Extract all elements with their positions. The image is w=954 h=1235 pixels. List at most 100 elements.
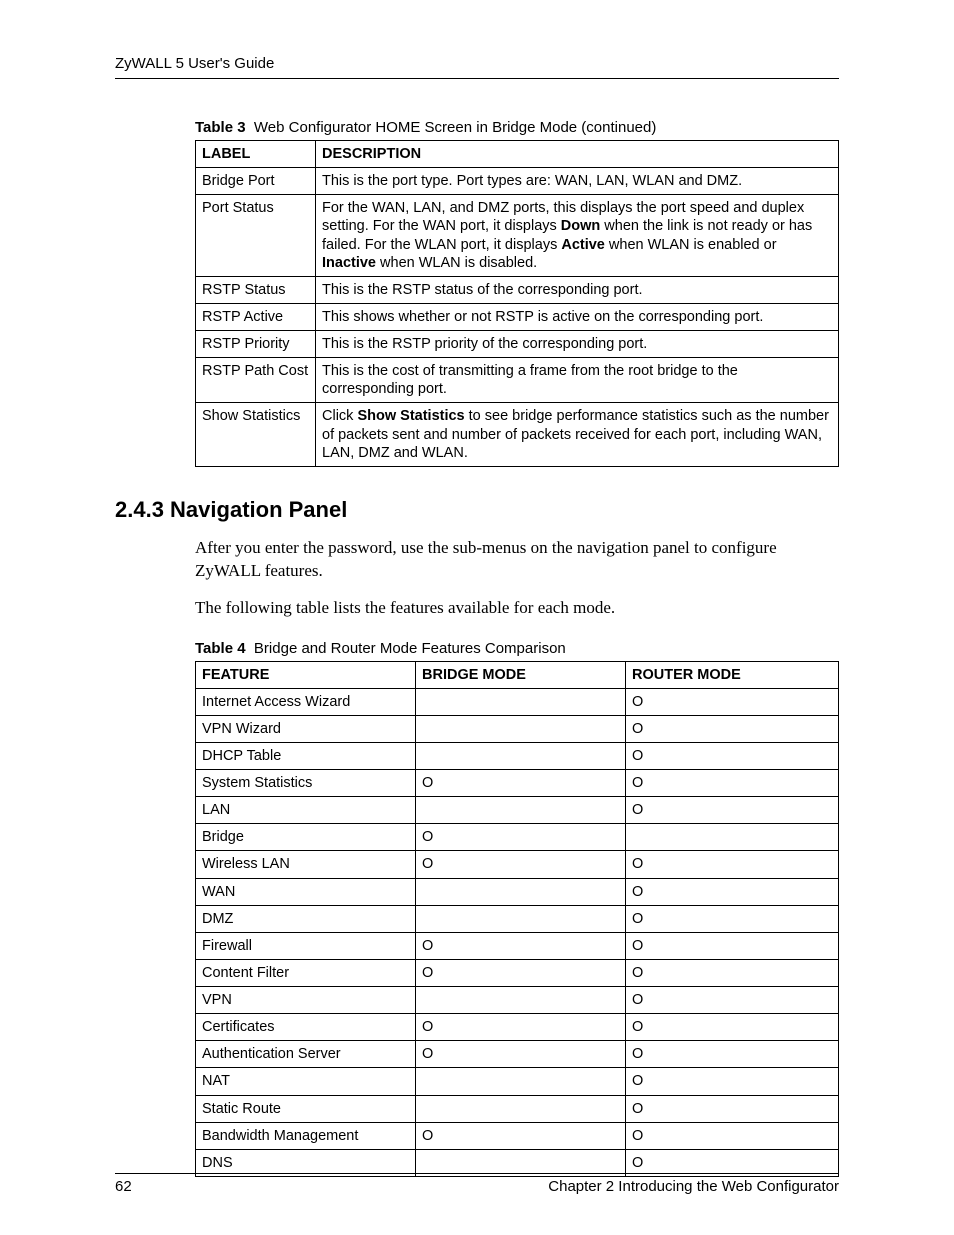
- table-row: WAN O: [196, 878, 839, 905]
- table4-cell-router: O: [626, 1095, 839, 1122]
- table4-cell-bridge: O: [416, 1041, 626, 1068]
- table4-cell-bridge: [416, 878, 626, 905]
- table4-cell-router: O: [626, 1122, 839, 1149]
- table4-block: Table 4 Bridge and Router Mode Features …: [195, 640, 839, 1177]
- table4-cell-bridge: O: [416, 770, 626, 797]
- table3-caption-text: Web Configurator HOME Screen in Bridge M…: [254, 119, 656, 136]
- document-page: ZyWALL 5 User's Guide Table 3 Web Config…: [0, 0, 954, 1235]
- table3-cell-label: Port Status: [196, 195, 316, 277]
- table3-cell-label: RSTP Active: [196, 303, 316, 330]
- table3-cell-label: RSTP Status: [196, 276, 316, 303]
- table4-cell-bridge: [416, 905, 626, 932]
- table4-cell-router: O: [626, 688, 839, 715]
- table4-cell-feature: Authentication Server: [196, 1041, 416, 1068]
- table4-header-bridge: BRIDGE MODE: [416, 661, 626, 688]
- body-paragraph: After you enter the password, use the su…: [195, 537, 839, 583]
- table4-cell-feature: System Statistics: [196, 770, 416, 797]
- table-row: Wireless LANOO: [196, 851, 839, 878]
- table4-cell-feature: Static Route: [196, 1095, 416, 1122]
- table4-cell-bridge: O: [416, 824, 626, 851]
- table-row: Show StatisticsClick Show Statistics to …: [196, 403, 839, 466]
- table4-cell-feature: Bridge: [196, 824, 416, 851]
- table4-cell-bridge: [416, 1095, 626, 1122]
- table-header-row: LABEL DESCRIPTION: [196, 141, 839, 168]
- table4-cell-bridge: O: [416, 932, 626, 959]
- table3-cell-label: RSTP Path Cost: [196, 358, 316, 403]
- table4-cell-router: O: [626, 1068, 839, 1095]
- table4-cell-feature: Certificates: [196, 1014, 416, 1041]
- table3-cell-description: For the WAN, LAN, and DMZ ports, this di…: [316, 195, 839, 277]
- table3-cell-label: RSTP Priority: [196, 331, 316, 358]
- table4-cell-bridge: O: [416, 851, 626, 878]
- table4-cell-feature: Bandwidth Management: [196, 1122, 416, 1149]
- table3-cell-description: This is the RSTP priority of the corresp…: [316, 331, 839, 358]
- table-row: RSTP Path CostThis is the cost of transm…: [196, 358, 839, 403]
- table3-cell-label: Show Statistics: [196, 403, 316, 466]
- table4-cell-bridge: [416, 987, 626, 1014]
- table-row: DMZ O: [196, 905, 839, 932]
- table3-cell-description: This shows whether or not RSTP is active…: [316, 303, 839, 330]
- table4-cell-router: O: [626, 959, 839, 986]
- table3-cell-description: This is the port type. Port types are: W…: [316, 168, 839, 195]
- table4-cell-bridge: [416, 1068, 626, 1095]
- table3-cell-description: This is the RSTP status of the correspon…: [316, 276, 839, 303]
- table-row: VPN O: [196, 987, 839, 1014]
- table4-cell-router: O: [626, 715, 839, 742]
- table4-cell-router: O: [626, 987, 839, 1014]
- table4-cell-router: O: [626, 742, 839, 769]
- running-header: ZyWALL 5 User's Guide: [115, 55, 839, 79]
- table3-cell-description: This is the cost of transmitting a frame…: [316, 358, 839, 403]
- table-row: Bandwidth ManagementOO: [196, 1122, 839, 1149]
- table3-cell-label: Bridge Port: [196, 168, 316, 195]
- table4-header-feature: FEATURE: [196, 661, 416, 688]
- table-row: Bridge PortThis is the port type. Port t…: [196, 168, 839, 195]
- table-row: Content FilterOO: [196, 959, 839, 986]
- table4-cell-bridge: O: [416, 1014, 626, 1041]
- table4-cell-feature: VPN: [196, 987, 416, 1014]
- table4-cell-router: O: [626, 878, 839, 905]
- table4-cell-feature: Internet Access Wizard: [196, 688, 416, 715]
- table4-cell-bridge: O: [416, 1122, 626, 1149]
- table4-cell-feature: Firewall: [196, 932, 416, 959]
- table-row: VPN Wizard O: [196, 715, 839, 742]
- table4-cell-feature: Content Filter: [196, 959, 416, 986]
- table-row: RSTP PriorityThis is the RSTP priority o…: [196, 331, 839, 358]
- table-row: DHCP TableO: [196, 742, 839, 769]
- table4-cell-bridge: [416, 742, 626, 769]
- table3-header-label: LABEL: [196, 141, 316, 168]
- table4-cell-router: O: [626, 851, 839, 878]
- table-row: Port StatusFor the WAN, LAN, and DMZ por…: [196, 195, 839, 277]
- table-row: CertificatesOO: [196, 1014, 839, 1041]
- table4-caption-text: Bridge and Router Mode Features Comparis…: [254, 640, 566, 657]
- table4-cell-router: O: [626, 1014, 839, 1041]
- table4-cell-bridge: [416, 688, 626, 715]
- table4-caption-label: Table 4: [195, 640, 246, 657]
- table-row: FirewallOO: [196, 932, 839, 959]
- table4-cell-bridge: [416, 797, 626, 824]
- table-row: BridgeO: [196, 824, 839, 851]
- table4-cell-feature: DMZ: [196, 905, 416, 932]
- table-row: Static Route O: [196, 1095, 839, 1122]
- table3-header-description: DESCRIPTION: [316, 141, 839, 168]
- table4-header-router: ROUTER MODE: [626, 661, 839, 688]
- table3-caption: Table 3 Web Configurator HOME Screen in …: [195, 119, 839, 136]
- body-paragraph: The following table lists the features a…: [195, 597, 839, 620]
- table-row: RSTP ActiveThis shows whether or not RST…: [196, 303, 839, 330]
- table-row: Internet Access Wizard O: [196, 688, 839, 715]
- table4-cell-feature: WAN: [196, 878, 416, 905]
- table4-cell-router: O: [626, 905, 839, 932]
- table4-cell-feature: VPN Wizard: [196, 715, 416, 742]
- table-row: NATO: [196, 1068, 839, 1095]
- table4-cell-bridge: [416, 715, 626, 742]
- table-row: System StatisticsOO: [196, 770, 839, 797]
- table4-cell-bridge: O: [416, 959, 626, 986]
- table4-cell-router: O: [626, 932, 839, 959]
- table4-cell-router: [626, 824, 839, 851]
- table-header-row: FEATURE BRIDGE MODE ROUTER MODE: [196, 661, 839, 688]
- table3-block: Table 3 Web Configurator HOME Screen in …: [195, 119, 839, 467]
- table3: LABEL DESCRIPTION Bridge PortThis is the…: [195, 140, 839, 467]
- chapter-label: Chapter 2 Introducing the Web Configurat…: [548, 1178, 839, 1195]
- page-number: 62: [115, 1178, 132, 1195]
- table-row: Authentication ServerOO: [196, 1041, 839, 1068]
- table4-cell-router: O: [626, 1041, 839, 1068]
